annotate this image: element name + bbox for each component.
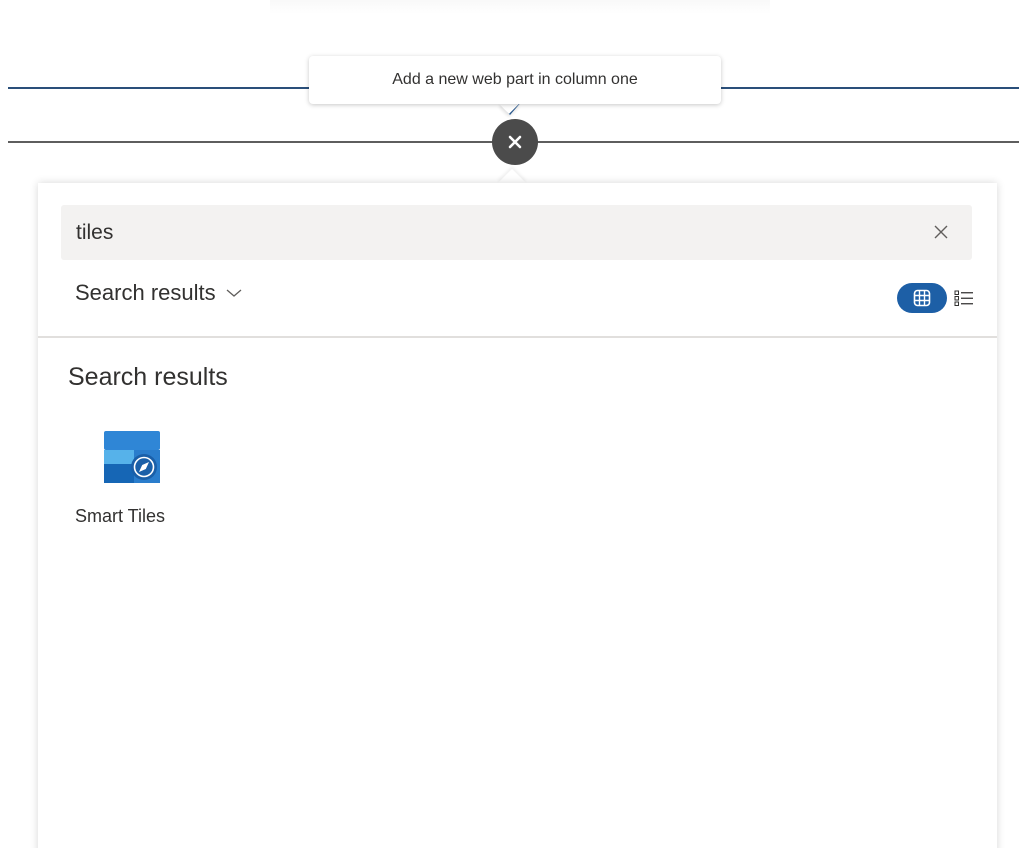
smart-tiles-icon <box>104 431 160 483</box>
view-toggle <box>897 283 975 313</box>
page-editor-canvas: Add a new web part in column one Search … <box>0 0 1019 848</box>
list-icon <box>954 290 973 306</box>
list-view-button[interactable] <box>953 287 975 309</box>
tile-label: Smart Tiles <box>75 506 166 526</box>
top-fade <box>270 0 770 14</box>
search-input[interactable] <box>76 205 906 260</box>
chevron-down-icon <box>226 289 242 297</box>
clear-search-button[interactable] <box>930 221 952 243</box>
grid-icon <box>913 289 931 307</box>
grid-view-button[interactable] <box>897 283 947 313</box>
category-dropdown-label: Search results <box>75 280 216 305</box>
web-part-tile-smart-tiles[interactable]: Smart Tiles <box>68 428 198 528</box>
add-web-part-tooltip: Add a new web part in column one <box>309 56 721 104</box>
close-toolbox-button[interactable] <box>492 119 538 165</box>
web-part-toolbox: Search results Searc <box>38 183 997 848</box>
tooltip-text: Add a new web part in column one <box>392 71 638 88</box>
toolbox-divider <box>38 336 997 338</box>
results-heading: Search results <box>68 363 228 391</box>
category-dropdown[interactable]: Search results <box>75 278 242 308</box>
close-icon <box>934 225 948 239</box>
search-box <box>61 205 972 260</box>
close-icon <box>508 135 522 149</box>
